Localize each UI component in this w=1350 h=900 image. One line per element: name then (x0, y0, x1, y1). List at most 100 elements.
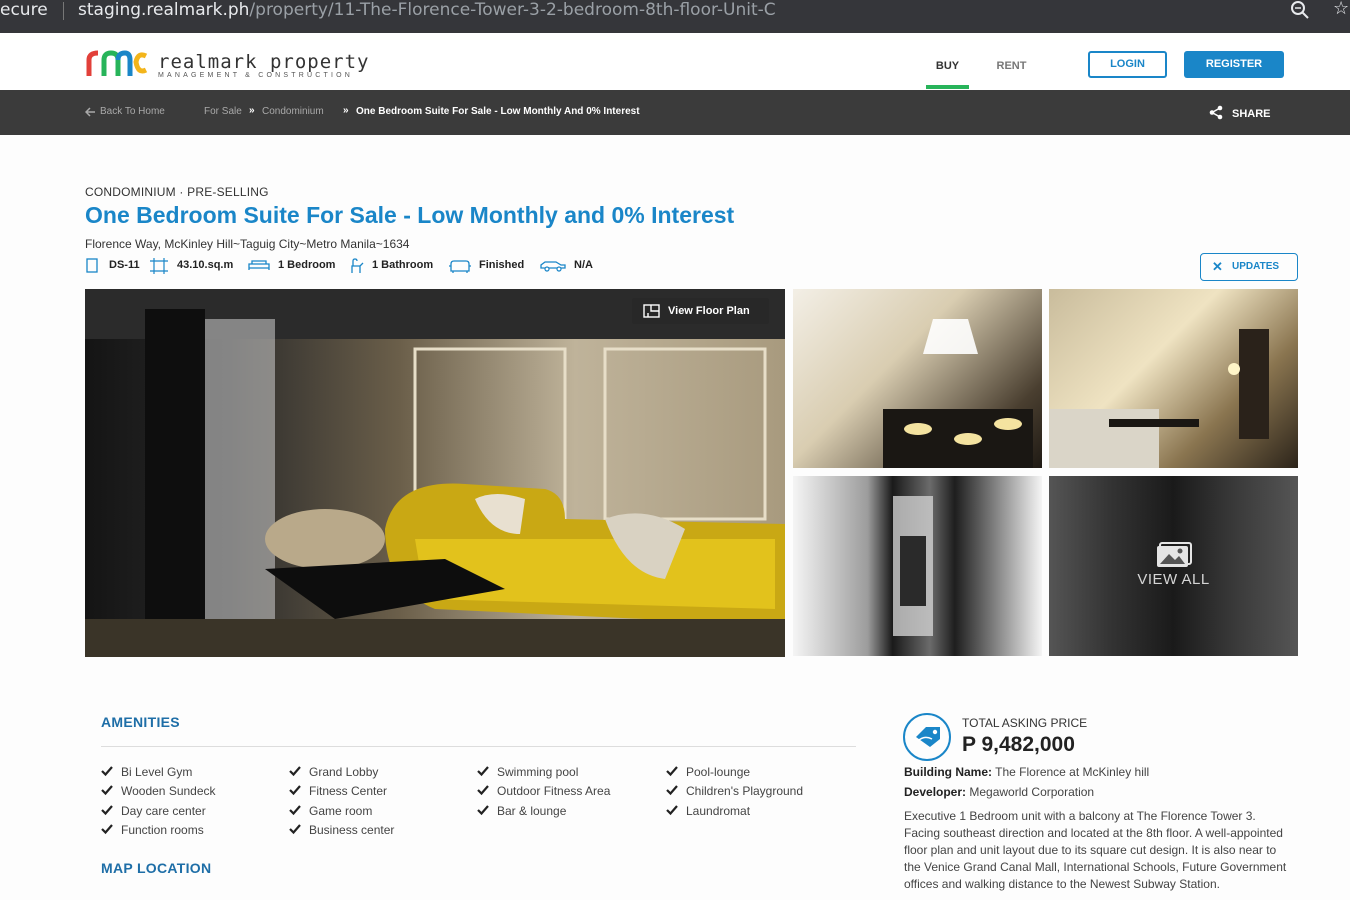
bath-icon (351, 258, 364, 273)
building-name: Building Name: The Florence at McKinley … (904, 765, 1149, 779)
property-description: Executive 1 Bedroom unit with a balcony … (904, 809, 1287, 891)
listing-category: CONDOMINIUM · PRE-SELLING (85, 185, 269, 199)
security-indicator[interactable]: ecure (0, 0, 48, 20)
url-path: /property/11-The-Florence-Tower-3-2-bedr… (249, 0, 776, 20)
amenities-heading: AMENITIES (101, 714, 180, 730)
bed-icon (248, 260, 270, 270)
price-value: P 9,482,000 (962, 733, 1075, 756)
listing-address: Florence Way, McKinley Hill~Taguig City~… (85, 237, 410, 251)
spec-parking-value: N/A (574, 259, 593, 271)
spec-area-value: 43.10.sq.m (177, 259, 234, 271)
amenity-label: Function rooms (121, 823, 204, 837)
amenity-label: Pool-lounge (686, 765, 751, 779)
price-label: TOTAL ASKING PRICE (962, 716, 1088, 730)
check-icon (477, 805, 489, 816)
check-icon (289, 805, 301, 816)
login-button[interactable]: LOGIN (1088, 51, 1167, 78)
zoom-icon[interactable] (1290, 0, 1310, 20)
check-icon (477, 785, 489, 796)
nav-rent[interactable]: RENT (990, 60, 1033, 72)
map-location-heading: MAP LOCATION (101, 860, 212, 876)
spec-finish-value: Finished (479, 259, 525, 271)
share-icon (1209, 105, 1223, 120)
breadcrumb: Back To Home For Sale » Condominium » On… (0, 90, 1350, 135)
brand-tagline: MANAGEMENT & CONSTRUCTION (158, 72, 353, 79)
area-icon (150, 258, 168, 274)
view-floor-plan-button[interactable]: View Floor Plan (632, 298, 769, 324)
spec-bedroom-value: 1 Bedroom (278, 259, 336, 271)
breadcrumb-back-home[interactable]: Back To Home (100, 106, 165, 117)
building-name-value: The Florence at McKinley hill (995, 765, 1150, 779)
updates-label: UPDATES (1232, 261, 1280, 272)
register-button[interactable]: REGISTER (1184, 51, 1284, 78)
address-bar[interactable]: staging.realmark.ph/property/11-The-Flor… (78, 0, 776, 20)
gallery-thumbnail[interactable] (793, 476, 1042, 656)
sofa-icon (449, 260, 471, 273)
developer-value: Megaworld Corporation (969, 785, 1095, 799)
price-tag-icon (916, 727, 940, 747)
updates-icon: ✕ (1212, 259, 1223, 274)
spec-unit-value: DS-11 (109, 259, 140, 271)
site-header: realmark property MANAGEMENT & CONSTRUCT… (0, 33, 1350, 90)
amenity-label: Fitness Center (309, 784, 388, 798)
developer-label: Developer: (904, 785, 967, 799)
unit-icon (86, 258, 98, 273)
amenity-label: Children's Playground (686, 784, 804, 798)
browser-toolbar: ecure staging.realmark.ph/property/11-Th… (0, 0, 1350, 33)
check-icon (666, 805, 678, 816)
gallery-thumbnail[interactable] (1049, 289, 1298, 468)
amenity-label: Bi Level Gym (121, 765, 193, 779)
check-icon (101, 824, 113, 835)
url-host: staging.realmark.ph (78, 0, 250, 20)
breadcrumb-condominium[interactable]: Condominium (262, 106, 324, 117)
amenity-label: Bar & lounge (497, 804, 567, 818)
amenity-label: Laundromat (686, 804, 751, 818)
check-icon (666, 785, 678, 796)
check-icon (101, 785, 113, 796)
amenity-label: Grand Lobby (309, 765, 379, 779)
dining-room-image (883, 319, 1033, 468)
floor-plan-icon (643, 304, 660, 318)
developer: Developer: Megaworld Corporation (904, 785, 1094, 799)
breadcrumb-separator-icon: » (249, 105, 255, 116)
gallery-icon (1157, 542, 1192, 567)
check-icon (289, 766, 301, 777)
page-title: One Bedroom Suite For Sale - Low Monthly… (85, 202, 735, 228)
gallery-thumbnail[interactable] (793, 289, 1042, 468)
check-icon (101, 805, 113, 816)
amenity-label: Business center (309, 823, 395, 837)
living-room-image (85, 289, 785, 657)
view-all-photos[interactable]: VIEW ALL (1049, 476, 1298, 656)
check-icon (289, 824, 301, 835)
bookmark-star-icon[interactable]: ☆ (1333, 0, 1349, 19)
address-separator (63, 2, 64, 20)
check-icon (101, 766, 113, 777)
rmc-logo-icon (86, 50, 148, 76)
amenity-label: Outdoor Fitness Area (497, 784, 611, 798)
breadcrumb-for-sale[interactable]: For Sale (204, 106, 242, 117)
view-floor-plan-label: View Floor Plan (668, 305, 750, 317)
active-tab-indicator (926, 85, 969, 89)
kitchen-image (1049, 329, 1269, 468)
amenity-label: Game room (309, 804, 373, 818)
hallway-image (893, 496, 933, 636)
updates-button[interactable]: ✕ UPDATES (1200, 253, 1298, 281)
amenity-label: Swimming pool (497, 765, 579, 779)
check-icon (289, 785, 301, 796)
amenities-divider (101, 746, 856, 747)
amenity-label: Wooden Sundeck (121, 784, 216, 798)
nav-buy[interactable]: BUY (926, 60, 969, 72)
car-icon (540, 261, 566, 272)
breadcrumb-current: One Bedroom Suite For Sale - Low Monthly… (356, 106, 640, 117)
view-all-label: VIEW ALL (1137, 571, 1210, 588)
back-arrow-icon (85, 107, 95, 117)
logo[interactable]: realmark property MANAGEMENT & CONSTRUCT… (86, 48, 368, 83)
building-name-label: Building Name: (904, 765, 993, 779)
breadcrumb-separator-icon: » (343, 105, 349, 116)
amenity-label: Day care center (121, 804, 206, 818)
price-tag-badge (903, 713, 951, 761)
brand-name: realmark property (158, 51, 370, 73)
check-icon (666, 766, 678, 777)
check-icon (477, 766, 489, 777)
main-photo[interactable]: View Floor Plan (85, 289, 785, 657)
